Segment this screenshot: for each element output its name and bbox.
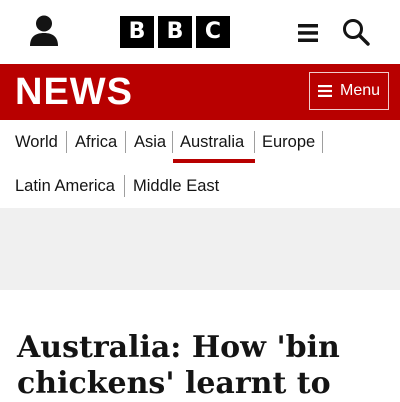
hamburger-icon	[317, 85, 332, 97]
more-menu-icon[interactable]	[298, 24, 318, 42]
nav-divider	[172, 131, 173, 153]
section-nav: World Africa Asia Australia Europe Latin…	[0, 120, 400, 208]
bbc-logo[interactable]: B B C	[120, 16, 230, 48]
bbc-logo-letter: C	[196, 16, 230, 48]
nav-item-europe[interactable]: Europe	[262, 132, 315, 152]
nav-item-australia[interactable]: Australia	[180, 132, 244, 152]
menu-button-label: Menu	[339, 82, 381, 99]
menu-button[interactable]: Menu	[309, 72, 389, 110]
article-headline: Australia: How 'bin chickens' learnt to	[17, 330, 340, 401]
search-icon[interactable]	[342, 18, 370, 46]
news-title[interactable]: NEWS	[15, 70, 133, 114]
bbc-logo-letter: B	[120, 16, 154, 48]
nav-divider	[66, 131, 67, 153]
top-bar: B B C	[0, 0, 400, 64]
nav-item-world[interactable]: World	[15, 132, 58, 152]
nav-divider	[254, 131, 255, 153]
nav-item-middle-east[interactable]: Middle East	[133, 176, 219, 196]
nav-item-latin-america[interactable]: Latin America	[15, 176, 115, 196]
nav-selected-indicator	[173, 159, 255, 163]
nav-divider	[322, 131, 323, 153]
bbc-logo-letter: B	[158, 16, 192, 48]
nav-divider	[125, 131, 126, 153]
nav-divider	[124, 175, 125, 197]
nav-item-asia[interactable]: Asia	[134, 132, 166, 152]
account-icon[interactable]	[29, 15, 59, 47]
ad-placeholder	[0, 208, 400, 290]
news-bar: NEWS Menu	[0, 64, 400, 120]
nav-item-africa[interactable]: Africa	[75, 132, 117, 152]
